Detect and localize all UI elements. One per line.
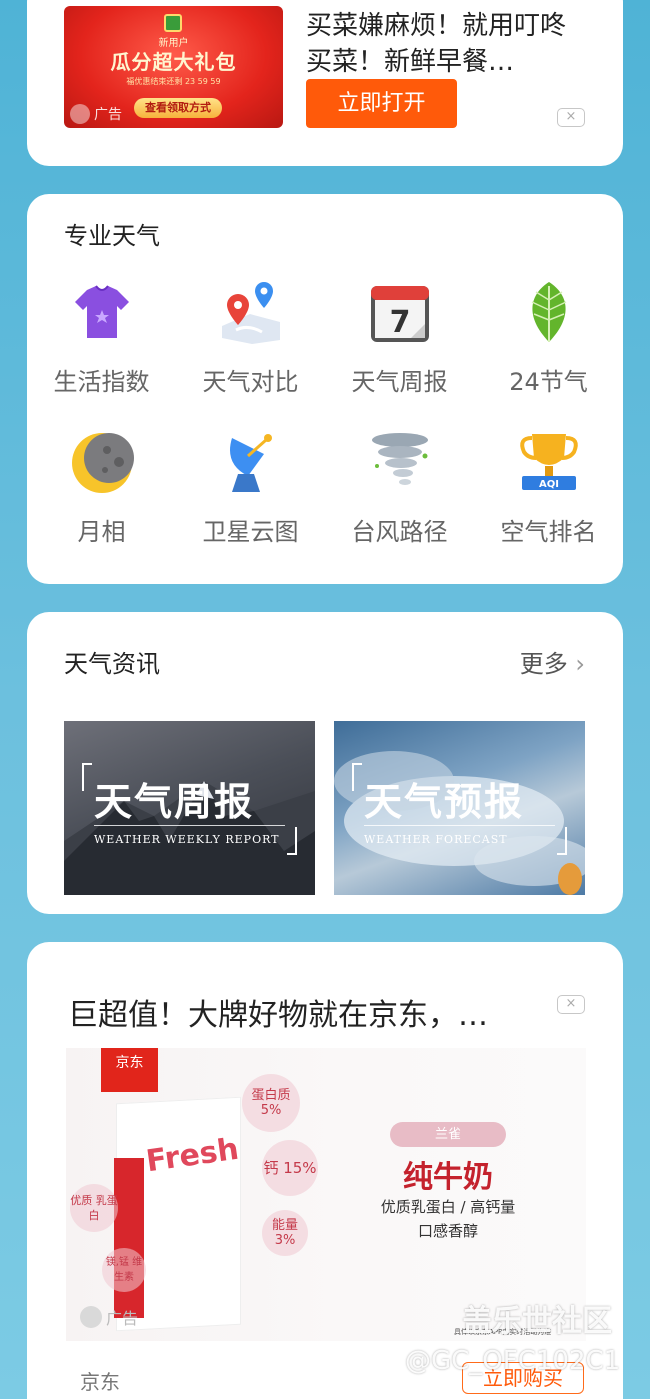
bubble-energy: 能量 3% xyxy=(262,1210,308,1256)
tool-label: 天气周报 xyxy=(351,368,448,396)
trophy-icon: AQI xyxy=(519,434,578,490)
chevron-right-icon: › xyxy=(575,650,585,678)
bracket-left xyxy=(352,763,362,791)
news-title: 天气周报 xyxy=(94,779,255,824)
hot-air-balloon-icon xyxy=(558,863,582,895)
ad-logo-icon xyxy=(80,1306,102,1328)
more-link[interactable]: 更多 › xyxy=(520,644,585,679)
news-thumbnail-forecast[interactable]: 天气预报 WEATHER FORECAST xyxy=(334,721,585,895)
news-subtitle: WEATHER FORECAST xyxy=(364,833,508,846)
bubble-protein: 蛋白质 5% xyxy=(242,1074,300,1132)
watermark-handle: @GC_OFC102C1 xyxy=(405,1346,621,1376)
tool-label: 生活指数 xyxy=(53,368,150,396)
ad-label-text: 广告 xyxy=(106,1309,139,1328)
watermark-title: 盖乐世社区 xyxy=(462,1304,612,1339)
pro-weather-card: 专业天气 生活指数 天气对比 7 天气周报 24节气 月相 卫星云图 台风路径 … xyxy=(27,194,623,584)
weather-news-card: 天气资讯 更多 › 天气周报 WEATHER WEEKLY REPORT 天气预… xyxy=(27,612,623,914)
calendar-number: 7 xyxy=(389,305,410,340)
product-desc-2: 口感香醇 xyxy=(417,1222,478,1240)
banner-countdown: 福优惠结束还剩 23 59 59 xyxy=(64,76,283,87)
tool-moon-phase[interactable]: 月相 xyxy=(27,430,176,580)
divider xyxy=(94,825,285,826)
section-title: 天气资讯 xyxy=(64,650,160,678)
bracket-left xyxy=(82,763,92,791)
brand-tag: 兰雀 xyxy=(390,1122,506,1147)
trophy-badge: AQI xyxy=(539,479,559,490)
close-ad-button[interactable]: × xyxy=(557,995,585,1014)
tool-label: 天气对比 xyxy=(202,368,299,396)
section-title: 专业天气 xyxy=(64,222,160,250)
news-thumbnail-weekly[interactable]: 天气周报 WEATHER WEEKLY REPORT xyxy=(64,721,315,895)
ad-card-top[interactable]: 新用户 瓜分超大礼包 福优惠结束还剩 23 59 59 查看领取方式 广告 买菜… xyxy=(27,0,623,166)
gift-icon xyxy=(164,14,182,32)
moon-icon xyxy=(71,433,134,493)
banner-headline: 瓜分超大礼包 xyxy=(110,50,237,74)
news-subtitle: WEATHER WEEKLY REPORT xyxy=(94,833,280,846)
calendar-icon: 7 xyxy=(370,286,429,342)
bracket-right xyxy=(287,827,297,855)
countdown-prefix: 福优惠结束还剩 xyxy=(126,77,183,86)
tool-life-index[interactable]: 生活指数 xyxy=(27,280,176,430)
tool-air-ranking[interactable]: AQI 空气排名 xyxy=(474,430,623,580)
tool-label: 空气排名 xyxy=(500,518,597,546)
tool-satellite[interactable]: 卫星云图 xyxy=(176,430,325,580)
divider xyxy=(364,825,555,826)
open-app-button[interactable]: 立即打开 xyxy=(306,79,457,128)
tool-label: 24节气 xyxy=(509,368,588,396)
bracket-right xyxy=(557,827,567,855)
ad-banner-image[interactable]: 新用户 瓜分超大礼包 福优惠结束还剩 23 59 59 查看领取方式 广告 xyxy=(64,6,283,128)
leaf-icon xyxy=(531,282,566,342)
more-label: 更多 xyxy=(519,650,568,678)
jd-logo: 京东 xyxy=(101,1048,158,1092)
satellite-dish-icon xyxy=(229,434,272,492)
carton-stripe xyxy=(114,1158,144,1318)
news-title: 天气预报 xyxy=(364,779,525,824)
tool-solar-terms[interactable]: 24节气 xyxy=(474,280,623,430)
map-pins-icon xyxy=(221,282,280,344)
bubble-calcium: 钙 15% xyxy=(262,1140,318,1196)
bubble-milk-protein: 优质 乳蛋白 xyxy=(70,1184,118,1232)
tool-label: 台风路径 xyxy=(351,518,448,546)
ad-title[interactable]: 巨超值！大牌好物就在京东，… xyxy=(68,990,488,1034)
ad-title[interactable]: 买菜嫌麻烦！就用叮咚买菜！新鲜早餐… xyxy=(306,8,586,80)
product-desc-1: 优质乳蛋白 / 高钙量 xyxy=(380,1198,516,1216)
shirt-icon xyxy=(74,285,129,338)
bubble-vitamins: 镁,锰 维生素 xyxy=(102,1248,146,1292)
ad-label-text: 广告 xyxy=(94,107,122,123)
close-ad-button[interactable]: × xyxy=(557,108,585,127)
ad-label: 广告 xyxy=(80,1305,138,1329)
tool-grid: 生活指数 天气对比 7 天气周报 24节气 月相 卫星云图 台风路径 AQI 空… xyxy=(27,280,623,580)
banner-button: 查看领取方式 xyxy=(134,98,222,118)
advertiser-name: 京东 xyxy=(80,1370,120,1394)
countdown-value: 23 59 59 xyxy=(184,77,221,86)
tool-label: 卫星云图 xyxy=(202,518,299,546)
tool-weekly-report[interactable]: 7 天气周报 xyxy=(325,280,474,430)
tool-label: 月相 xyxy=(77,518,126,546)
tornado-icon xyxy=(371,433,428,485)
ad-label: 广告 xyxy=(70,104,122,124)
product-name: 纯牛奶 xyxy=(403,1160,493,1195)
tool-weather-compare[interactable]: 天气对比 xyxy=(176,280,325,430)
ad-logo-icon xyxy=(70,104,90,124)
tool-typhoon[interactable]: 台风路径 xyxy=(325,430,474,580)
